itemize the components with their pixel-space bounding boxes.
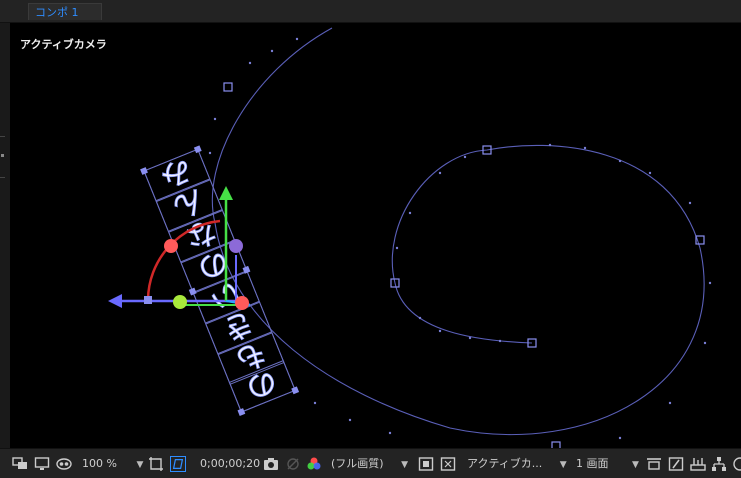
camera-snapshot-icon[interactable] xyxy=(263,456,279,472)
axis-x-arrow[interactable] xyxy=(108,294,122,308)
text-layer[interactable]: み ん な の い き も の xyxy=(140,144,300,416)
tab-bar: コンポ 1 xyxy=(0,0,741,23)
region-of-interest-icon[interactable] xyxy=(148,456,164,472)
layout-value: 1 画面 xyxy=(576,457,609,470)
rotation-handle-blue[interactable] xyxy=(229,239,243,253)
axis-y-arrow[interactable] xyxy=(219,186,233,200)
chevron-down-icon: ▼ xyxy=(401,460,409,470)
view-value: アクティブカ... xyxy=(467,457,543,470)
toggle-view-icon[interactable] xyxy=(646,456,662,472)
timecode-field[interactable]: 0;00;00;20 xyxy=(200,456,260,472)
chevron-down-icon: ▼ xyxy=(136,460,144,470)
always-preview-icon[interactable] xyxy=(12,456,28,472)
mask-visibility-icon[interactable] xyxy=(56,456,72,472)
left-panel-edge xyxy=(0,23,10,448)
rotation-handle-red-center[interactable] xyxy=(235,296,249,310)
motion-path[interactable] xyxy=(211,27,705,436)
fast-preview-icon[interactable] xyxy=(418,456,434,472)
panel-resize-handle[interactable] xyxy=(0,136,5,178)
zoom-value: 100 % xyxy=(82,457,117,470)
show-snapshot-icon[interactable] xyxy=(285,456,301,472)
draft-3d-icon[interactable] xyxy=(668,456,684,472)
rotation-handle-red[interactable] xyxy=(164,239,178,253)
tab-comp-1[interactable]: コンポ 1 xyxy=(28,3,102,20)
rotation-handle-green[interactable] xyxy=(173,295,187,309)
resolution-dropdown[interactable]: (フル画質) ▼ xyxy=(331,456,408,472)
grid-guides-icon[interactable] xyxy=(440,456,456,472)
resolution-value: (フル画質) xyxy=(331,457,384,470)
zoom-dropdown[interactable]: 100 % ▼ xyxy=(82,456,143,472)
timeline-icon[interactable] xyxy=(690,456,706,472)
layout-dropdown[interactable]: 1 画面 ▼ xyxy=(576,456,639,472)
reset-exposure-icon[interactable] xyxy=(732,456,741,472)
path-dots xyxy=(208,37,712,440)
keyframe-marker[interactable] xyxy=(223,82,233,92)
viewer-toolbar: 100 % ▼ 0;00;00;20 (フル画質) ▼ アクティブカ... ▼ xyxy=(0,448,741,478)
view-dropdown[interactable]: アクティブカ... ▼ xyxy=(467,456,567,472)
flowchart-icon[interactable] xyxy=(711,456,727,472)
color-channels-icon[interactable] xyxy=(306,456,322,472)
composition-viewer[interactable]: み ん な の い き も の アクティブカメラ xyxy=(10,23,741,448)
chevron-down-icon: ▼ xyxy=(632,460,639,470)
viewer-canvas: み ん な の い き も の xyxy=(108,27,712,448)
keyframe-markers[interactable] xyxy=(223,82,705,448)
chevron-down-icon: ▼ xyxy=(559,460,567,470)
transparency-grid-icon[interactable] xyxy=(170,456,186,472)
active-camera-label: アクティブカメラ xyxy=(20,38,107,51)
monitor-icon[interactable] xyxy=(34,456,50,472)
anchor-point-handle[interactable] xyxy=(144,296,152,304)
